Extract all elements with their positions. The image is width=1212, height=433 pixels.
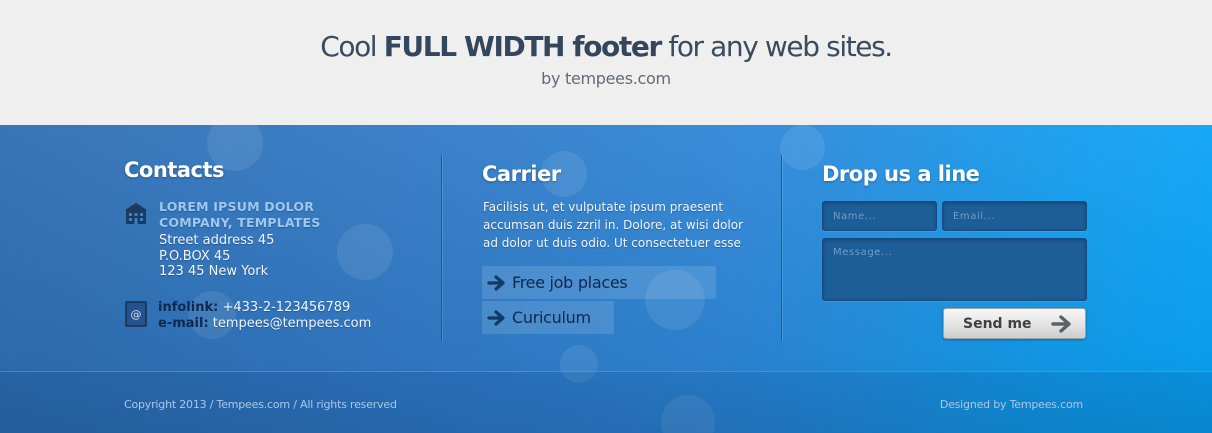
headline: Cool FULL WIDTH footer for any web sites… xyxy=(0,30,1212,63)
address-line: P.O.BOX 45 xyxy=(159,248,231,264)
address-book-icon: @ xyxy=(124,300,148,328)
infolink-value[interactable]: +433-2-123456789 xyxy=(222,300,350,315)
company-name: LOREM IPSUM DOLOR COMPANY, TEMPLATES xyxy=(159,199,321,230)
arrow-right-icon xyxy=(482,309,512,326)
email-value[interactable]: tempees@tempees.com xyxy=(213,316,371,331)
address-line: Street address 45 xyxy=(159,233,275,248)
footer: Contacts LOREM IPSUM DOLOR COMPANY, TEMP… xyxy=(0,125,1212,433)
drop-line-title: Drop us a line xyxy=(822,162,980,186)
email-field[interactable] xyxy=(942,201,1087,231)
svg-text:@: @ xyxy=(131,308,142,321)
headline-pre: Cool xyxy=(320,30,384,63)
send-button-label: Send me xyxy=(963,316,1032,332)
byline: by tempees.com xyxy=(541,69,671,88)
link-curiculum[interactable]: Curiculum xyxy=(482,301,614,334)
designed-by-link[interactable]: Designed by Tempees.com xyxy=(940,398,1083,411)
headline-bold: FULL WIDTH footer xyxy=(383,30,663,63)
copyright-text: Copyright 2013 / Tempees.com / All right… xyxy=(124,398,397,411)
infolink-line: infolink: +433-2-123456789 xyxy=(158,300,398,316)
send-button[interactable]: Send me xyxy=(943,308,1086,339)
column-divider xyxy=(441,155,442,341)
headline-post: for any web sites. xyxy=(660,30,893,63)
email-label: e-mail: xyxy=(158,316,209,331)
carrier-description: Facilisis ut, et vulputate ipsum praesen… xyxy=(483,200,744,250)
carrier-title: Carrier xyxy=(482,162,561,186)
arrow-right-icon xyxy=(482,274,512,291)
name-field[interactable] xyxy=(822,201,937,231)
address-line: 123 45 New York xyxy=(159,264,269,279)
infolink-label: infolink: xyxy=(158,300,219,315)
email-line: e-mail: tempees@tempees.com xyxy=(158,316,398,332)
link-free-job-places[interactable]: Free job places xyxy=(482,266,716,299)
link-label: Free job places xyxy=(512,273,628,292)
contact-block: infolink: +433-2-123456789 e-mail: tempe… xyxy=(158,300,398,332)
link-label: Curiculum xyxy=(512,308,591,327)
page-header: Cool FULL WIDTH footer for any web sites… xyxy=(0,0,1212,125)
address-block: LOREM IPSUM DOLOR COMPANY, TEMPLATES Str… xyxy=(159,199,389,280)
building-icon xyxy=(124,201,148,225)
bubble-decoration xyxy=(780,125,825,170)
arrow-right-icon xyxy=(1051,314,1073,338)
message-field[interactable] xyxy=(822,238,1087,301)
column-divider xyxy=(781,155,782,341)
contacts-title: Contacts xyxy=(124,158,225,182)
